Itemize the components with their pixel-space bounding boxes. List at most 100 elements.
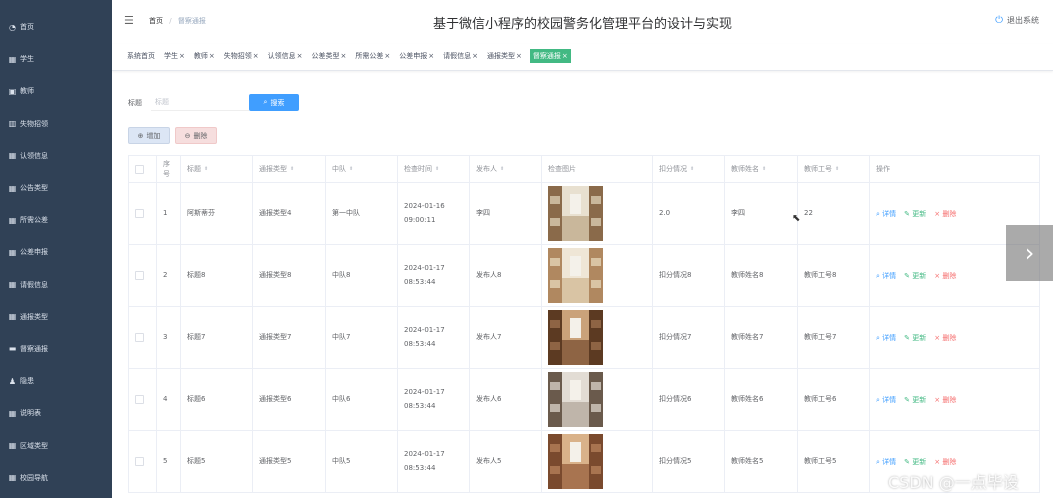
sidebar-item[interactable]: ◔ 首页 xyxy=(0,11,112,43)
dorm-photo-image[interactable] xyxy=(548,434,603,489)
close-icon[interactable]: × xyxy=(253,52,259,60)
delete-row-button[interactable]: × 删除 xyxy=(934,457,956,467)
edit-button[interactable]: ✎ 更新 xyxy=(904,209,926,219)
cell-value: 发布人5 xyxy=(476,456,502,465)
row-checkbox[interactable] xyxy=(135,271,144,280)
tab-tag[interactable]: 通报类型× xyxy=(486,49,523,63)
row-checkbox[interactable] xyxy=(135,333,144,342)
edit-button[interactable]: ✎ 更新 xyxy=(904,333,926,343)
detail-button-label: 详情 xyxy=(882,457,897,466)
sidebar-item[interactable]: ▦ 公告类型 xyxy=(0,172,112,204)
table-cell-photo xyxy=(542,369,653,430)
sort-caret-icon[interactable]: ⬍ xyxy=(204,166,208,172)
detail-button[interactable]: ⌕ 详情 xyxy=(876,333,896,343)
edit-button[interactable]: ✎ 更新 xyxy=(904,457,926,467)
add-button[interactable]: ⊕ 增加 xyxy=(128,127,170,144)
sidebar-item[interactable]: ▦ 说明表 xyxy=(0,397,112,429)
edit-button[interactable]: ✎ 更新 xyxy=(904,271,926,281)
sort-caret-icon[interactable]: ⬍ xyxy=(835,166,839,172)
logout-button[interactable]: ⏻ 退出系统 xyxy=(995,15,1039,26)
sidebar-item[interactable]: ▦ 认领信息 xyxy=(0,140,112,172)
sort-caret-icon[interactable]: ⬍ xyxy=(435,166,439,172)
sort-caret-icon[interactable]: ⬍ xyxy=(290,166,294,172)
delete-row-button[interactable]: × 删除 xyxy=(934,271,956,281)
row-checkbox[interactable] xyxy=(135,209,144,218)
sidebar-item[interactable]: ▦ 公差申报 xyxy=(0,236,112,268)
tab-tag[interactable]: 请假信息× xyxy=(442,49,479,63)
tab-tag-label: 所需公差 xyxy=(355,52,384,60)
plus-circle-icon: ⊕ xyxy=(137,131,144,140)
close-icon[interactable]: × xyxy=(384,52,390,60)
delete-row-button[interactable]: × 删除 xyxy=(934,333,956,343)
dorm-photo-image[interactable] xyxy=(548,248,603,303)
sidebar-item[interactable]: ▦ 学生 xyxy=(0,43,112,75)
cell-value: 第一中队 xyxy=(332,208,360,217)
edit-button-label: 更新 xyxy=(912,457,927,466)
sidebar-item-label: 失物招领 xyxy=(20,119,48,128)
table-cell-type: 通报类型5 xyxy=(253,431,326,492)
sidebar-item[interactable]: ▬ 督察通报 xyxy=(0,333,112,365)
table-cell-teacher: 李四 xyxy=(725,183,798,244)
sort-caret-icon[interactable]: ⬍ xyxy=(762,166,766,172)
sidebar-item[interactable]: ▦ 通报类型 xyxy=(0,301,112,333)
close-icon[interactable]: × xyxy=(472,52,478,60)
table-cell-ops: ⌕ 详情 ✎ 更新 × 删除 xyxy=(870,307,1040,368)
table-cell-publisher: 发布人8 xyxy=(470,245,542,306)
delete-row-button[interactable]: × 删除 xyxy=(934,395,956,405)
detail-button[interactable]: ⌕ 详情 xyxy=(876,457,896,467)
tab-tag[interactable]: 系统首页 xyxy=(126,49,156,63)
close-icon[interactable]: × xyxy=(209,52,215,60)
dorm-photo-image[interactable] xyxy=(548,372,603,427)
search-button[interactable]: ⌕ 搜索 xyxy=(249,94,299,111)
row-checkbox[interactable] xyxy=(135,457,144,466)
delete-button[interactable]: ⊖ 删除 xyxy=(175,127,217,144)
tab-tag[interactable]: 督察通报× xyxy=(529,49,571,63)
tab-tag[interactable]: 公差类型× xyxy=(311,49,348,63)
detail-button[interactable]: ⌕ 详情 xyxy=(876,395,896,405)
next-arrow-button[interactable]: › xyxy=(1006,225,1053,281)
tab-tag[interactable]: 认领信息× xyxy=(267,49,304,63)
table-cell-squad: 中队5 xyxy=(326,431,398,492)
close-icon[interactable]: × xyxy=(516,52,522,60)
column-header: 检查时间 ⬍ xyxy=(398,156,470,182)
sort-caret-icon[interactable]: ⬍ xyxy=(690,166,694,172)
tab-tag[interactable]: 教师× xyxy=(193,49,216,63)
close-icon[interactable]: × xyxy=(562,52,568,60)
close-icon[interactable]: × xyxy=(341,52,347,60)
column-header: 教师工号 ⬍ xyxy=(798,156,870,182)
tab-tag[interactable]: 学生× xyxy=(163,49,186,63)
tab-tag[interactable]: 失物招领× xyxy=(223,49,260,63)
sort-caret-icon[interactable]: ⬍ xyxy=(349,166,353,172)
tab-tag[interactable]: 所需公差× xyxy=(354,49,391,63)
dorm-photo-image[interactable] xyxy=(548,186,603,241)
search-input[interactable] xyxy=(151,93,249,111)
detail-button[interactable]: ⌕ 详情 xyxy=(876,271,896,281)
edit-button[interactable]: ✎ 更新 xyxy=(904,395,926,405)
row-checkbox[interactable] xyxy=(135,395,144,404)
sidebar-item[interactable]: ▦ 请假信息 xyxy=(0,269,112,301)
close-icon[interactable]: × xyxy=(428,52,434,60)
tab-tag[interactable]: 公差申报× xyxy=(398,49,435,63)
detail-button-label: 详情 xyxy=(882,271,897,280)
sidebar-item[interactable]: ▦ 校园导航 xyxy=(0,462,112,494)
grid-icon: ▦ xyxy=(8,473,17,483)
sidebar-item[interactable]: ♟ 隐患 xyxy=(0,365,112,397)
table-cell-teacher-no: 教师工号7 xyxy=(798,307,870,368)
sort-caret-icon[interactable]: ⬍ xyxy=(500,166,504,172)
main-panel: ☰ 首页 / 督察通报 基于微信小程序的校园警务化管理平台的设计与实现 ⏻ 退出… xyxy=(112,0,1053,498)
close-icon[interactable]: × xyxy=(297,52,303,60)
sidebar-item[interactable]: ▦ 所需公差 xyxy=(0,204,112,236)
dorm-photo-image[interactable] xyxy=(548,310,603,365)
detail-button[interactable]: ⌕ 详情 xyxy=(876,209,896,219)
close-icon[interactable]: × xyxy=(179,52,185,60)
detail-button-label: 详情 xyxy=(882,395,897,404)
cell-value: 2 xyxy=(163,270,168,279)
sidebar-item[interactable]: ▣ 教师 xyxy=(0,75,112,107)
sidebar-item[interactable]: ▦ 区域类型 xyxy=(0,429,112,461)
row-select-cell xyxy=(129,369,157,430)
cell-value: 2024-01-17 08:53:44 xyxy=(404,450,445,472)
sidebar-item[interactable]: ▥ 失物招领 xyxy=(0,108,112,140)
select-all-checkbox[interactable] xyxy=(135,164,144,174)
delete-row-button[interactable]: × 删除 xyxy=(934,209,956,219)
cell-value: 通报类型7 xyxy=(259,332,292,341)
